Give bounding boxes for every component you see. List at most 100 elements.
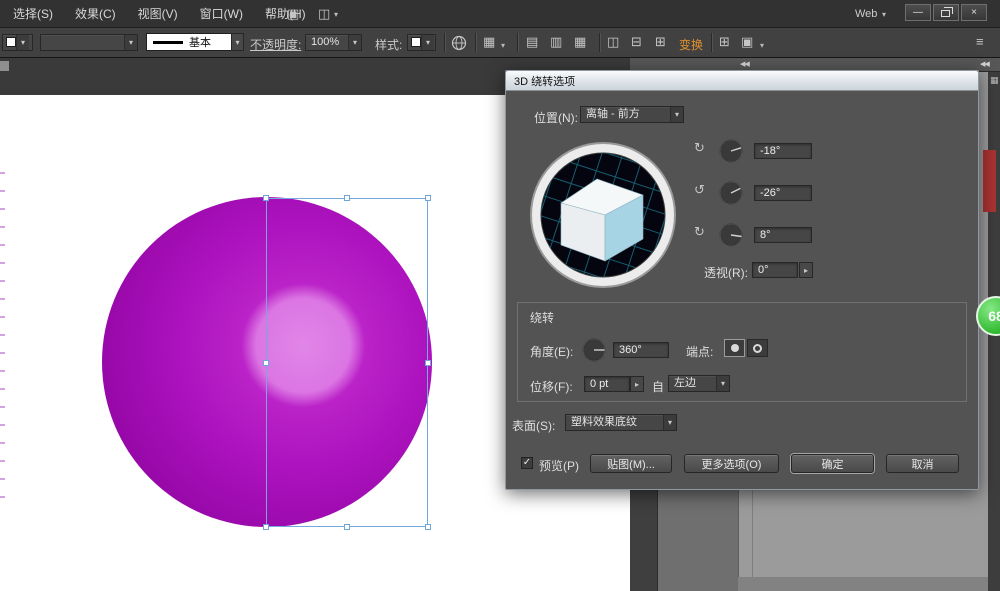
selection-handle-top-center[interactable] xyxy=(344,195,350,201)
selection-handle-bottom-center[interactable] xyxy=(344,524,350,530)
selection-handle-bottom-left[interactable] xyxy=(263,524,269,530)
perspective-input[interactable]: 0° xyxy=(752,262,798,278)
transform-grid-icon[interactable]: ⊞ xyxy=(719,35,730,49)
cap-buttons xyxy=(724,339,768,357)
offset-edge-dropdown[interactable]: 左边 ▾ xyxy=(668,375,730,392)
panel-strip-icon[interactable]: ▦ xyxy=(990,75,999,86)
rotate-y-dial[interactable] xyxy=(718,180,744,206)
perspective-expander-button[interactable]: ▸ xyxy=(799,262,813,278)
close-icon: × xyxy=(971,7,977,18)
transform-caret-icon[interactable]: ▾ xyxy=(760,39,764,53)
selection-handle-top-left[interactable] xyxy=(263,195,269,201)
dialog-3d-revolve-options: 3D 绕转选项 位置(N): 离轴 - 前方 ▾ xyxy=(505,70,979,490)
opacity-value: 100% xyxy=(306,35,348,50)
menu-select[interactable]: 选择(S) xyxy=(2,0,64,28)
collapse-panels-icon[interactable]: ◀◀ xyxy=(740,60,749,68)
selection-handle-middle-right[interactable] xyxy=(425,360,431,366)
selection-bounding-box[interactable] xyxy=(266,198,428,527)
align-center-icon[interactable]: ▥ xyxy=(550,35,562,49)
track-cube-preview[interactable] xyxy=(528,140,678,290)
close-button[interactable]: × xyxy=(961,4,987,21)
rotate-z-input[interactable]: 8° xyxy=(754,227,812,243)
offset-expander-button[interactable]: ▸ xyxy=(630,376,644,392)
toolbar-separator xyxy=(599,33,600,52)
dialog-title: 3D 绕转选项 xyxy=(514,73,575,89)
selection-handle-bottom-right[interactable] xyxy=(425,524,431,530)
workspace-caret-icon[interactable]: ▾ xyxy=(882,10,886,19)
cancel-label: 取消 xyxy=(912,456,934,472)
arrange-documents-icon[interactable]: ▣ xyxy=(287,6,299,21)
distribute-horizontal-icon[interactable]: ◫ xyxy=(607,35,619,49)
rotate-x-dial[interactable] xyxy=(718,138,744,164)
fill-caret-icon: ▾ xyxy=(16,35,29,50)
cap-hollow-button[interactable] xyxy=(747,339,768,357)
menu-window[interactable]: 窗口(W) xyxy=(189,0,254,28)
red-panel-sliver xyxy=(983,150,996,212)
distribute-vertical-icon[interactable]: ⊟ xyxy=(631,35,642,49)
control-bar: ▾ ▾ 基本 ▾ 不透明度: 100% ▾ 样式: ▾ ▦ ▾ ▤ ▥ ▦ ◫ … xyxy=(0,28,1000,58)
style-label: 样式: xyxy=(375,36,402,53)
align-right-icon[interactable]: ▦ xyxy=(574,35,586,49)
angle-dial[interactable] xyxy=(581,337,607,363)
panel-footer xyxy=(738,577,990,591)
brush-definition-value: 基本 xyxy=(189,34,211,50)
offset-input[interactable]: 0 pt xyxy=(584,376,630,392)
document-layout-caret-icon[interactable]: ▾ xyxy=(334,10,338,19)
surface-label: 表面(S): xyxy=(512,417,555,434)
isolate-object-icon[interactable]: ▣ xyxy=(741,35,753,49)
offset-edge-caret-icon: ▾ xyxy=(716,376,729,391)
document-layout-icon[interactable]: ◫ xyxy=(318,6,330,21)
offset-caret-icon: ▸ xyxy=(635,380,639,389)
rotate-z-value: 8° xyxy=(760,229,771,241)
more-options-button[interactable]: 更多选项(O) xyxy=(684,454,779,473)
preview-checkbox[interactable]: ✓ xyxy=(521,457,533,469)
position-caret-icon: ▾ xyxy=(670,107,683,122)
surface-dropdown[interactable]: 塑料效果底纹 ▾ xyxy=(565,414,677,431)
workspace-switcher[interactable]: Web xyxy=(855,0,877,28)
guide-dashes xyxy=(0,172,5,507)
angle-input[interactable]: 360° xyxy=(613,342,669,358)
fill-swatch xyxy=(6,37,16,47)
rotate-x-input[interactable]: -18° xyxy=(754,143,812,159)
rotate-y-input[interactable]: -26° xyxy=(754,185,812,201)
variable-width-dropdown[interactable]: ▾ xyxy=(40,34,138,51)
surface-caret-icon: ▾ xyxy=(663,415,676,430)
collapse-panels-icon-2[interactable]: ◀◀ xyxy=(980,60,989,68)
cap-solid-button[interactable] xyxy=(724,339,745,357)
position-value: 离轴 - 前方 xyxy=(581,107,670,122)
canvas-corner-tab xyxy=(0,61,9,71)
restore-button[interactable] xyxy=(933,4,959,21)
selection-handle-middle-left[interactable] xyxy=(263,360,269,366)
dialog-title-bar[interactable]: 3D 绕转选项 xyxy=(506,71,978,91)
brush-definition-dropdown[interactable]: 基本 xyxy=(146,33,232,51)
perspective-caret-icon: ▸ xyxy=(804,266,808,275)
control-panel-menu-icon[interactable]: ≡ xyxy=(976,35,984,49)
opacity-label[interactable]: 不透明度: xyxy=(250,36,301,53)
cancel-button[interactable]: 取消 xyxy=(886,454,959,473)
distribute-spacing-icon[interactable]: ⊞ xyxy=(655,35,666,49)
document-setup-globe-icon[interactable] xyxy=(451,35,467,51)
revolve-group: 绕转 角度(E): 360° 端点: 位移(F): 0 pt ▸ 自 左边 ▾ xyxy=(517,302,967,402)
transform-panel-link[interactable]: 变换 xyxy=(679,36,703,53)
selection-handle-top-right[interactable] xyxy=(425,195,431,201)
rotate-z-dial[interactable] xyxy=(718,222,744,248)
style-dropdown[interactable]: ▾ xyxy=(407,34,436,51)
opacity-dropdown[interactable]: 100% ▾ xyxy=(305,34,362,51)
ok-button[interactable]: 确定 xyxy=(791,454,874,473)
preferences-caret-icon[interactable]: ▾ xyxy=(501,39,505,53)
dialog-body: 位置(N): 离轴 - 前方 ▾ xyxy=(506,91,978,489)
map-art-button[interactable]: 贴图(M)... xyxy=(590,454,672,473)
menu-effect[interactable]: 效果(C) xyxy=(64,0,127,28)
preferences-grid-icon[interactable]: ▦ xyxy=(483,35,495,49)
minimize-button[interactable]: — xyxy=(905,4,931,21)
offset-value: 0 pt xyxy=(590,378,608,390)
position-dropdown[interactable]: 离轴 - 前方 ▾ xyxy=(580,106,684,123)
more-options-label: 更多选项(O) xyxy=(702,456,762,472)
menu-items: 选择(S) 效果(C) 视图(V) 窗口(W) 帮助(H) xyxy=(2,0,317,28)
brush-definition-caret[interactable]: ▾ xyxy=(231,33,244,51)
angle-value: 360° xyxy=(619,344,642,356)
fill-color-dropdown[interactable]: ▾ xyxy=(2,34,33,51)
menu-view[interactable]: 视图(V) xyxy=(127,0,189,28)
menu-help[interactable]: 帮助(H) xyxy=(254,0,317,28)
align-left-icon[interactable]: ▤ xyxy=(526,35,538,49)
